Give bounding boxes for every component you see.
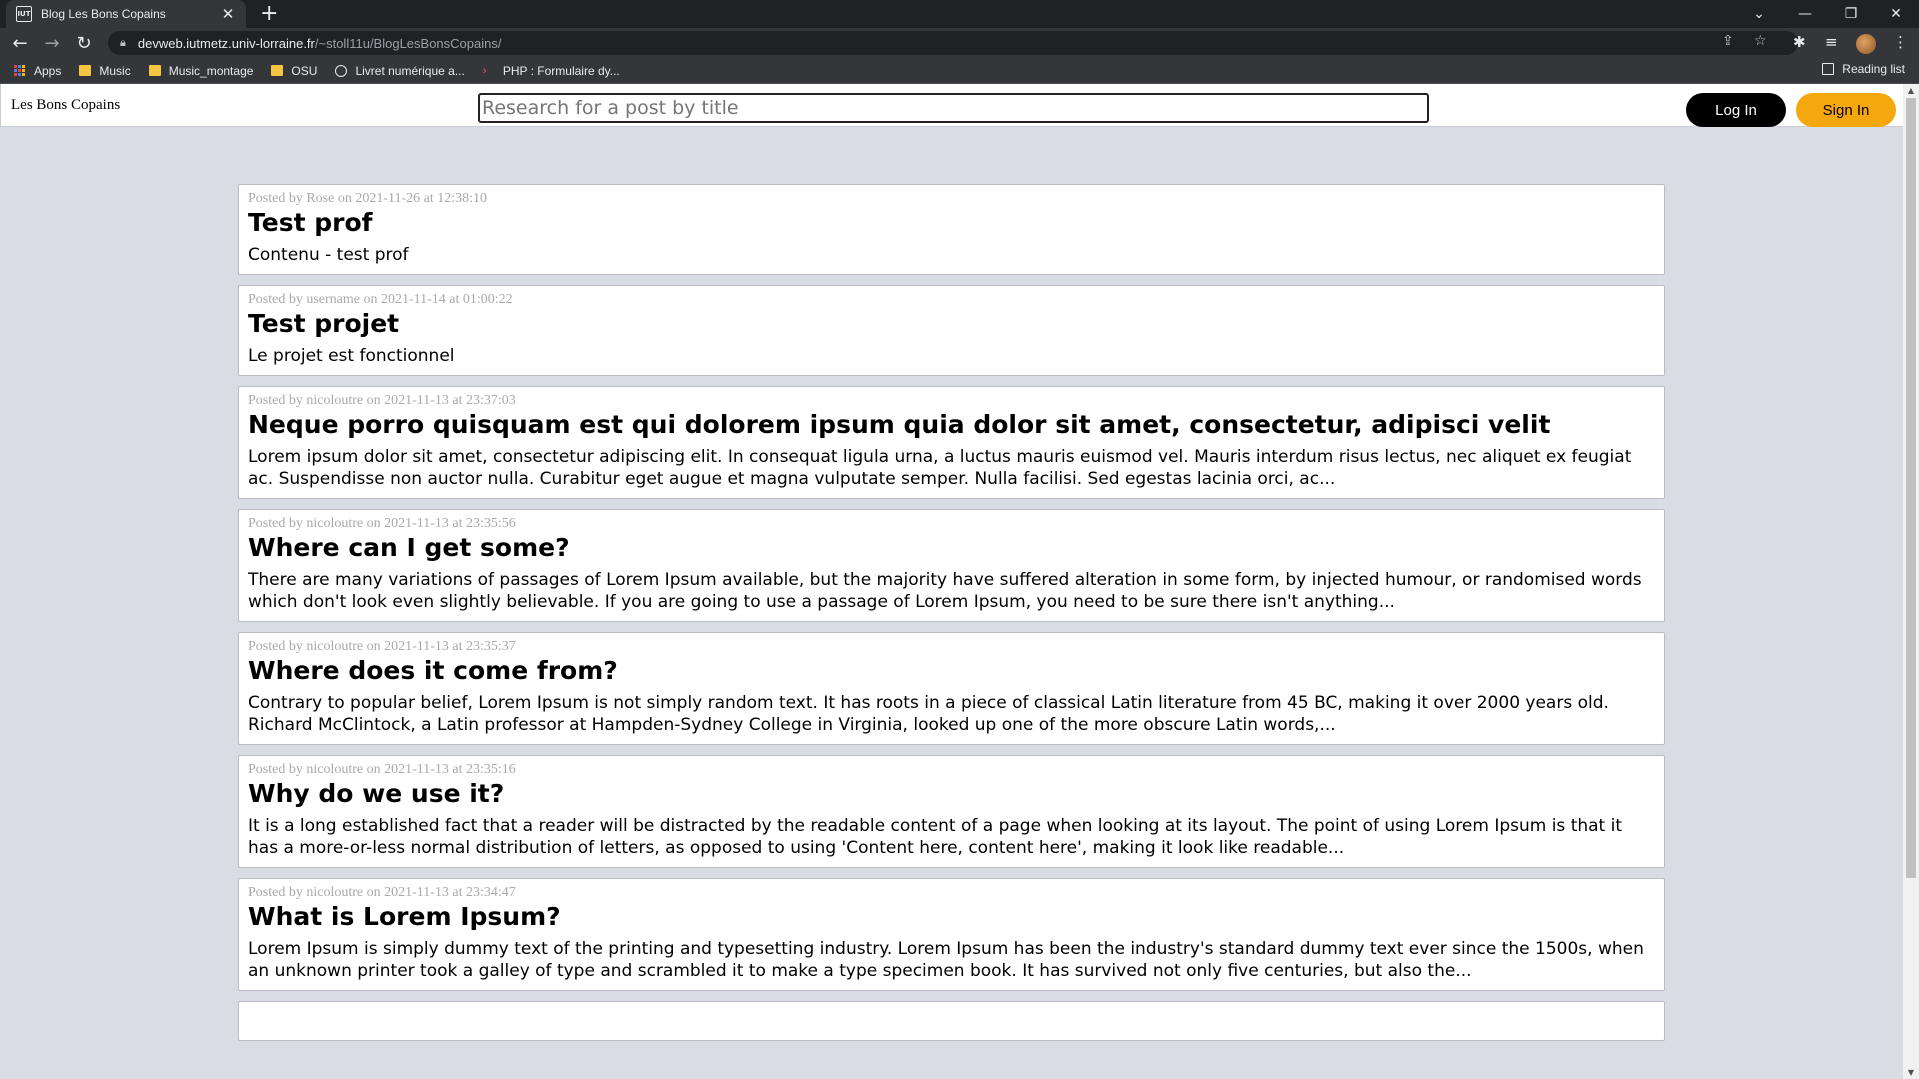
post-card[interactable]: Posted by nicoloutre on 2021-11-13 at 23…: [238, 632, 1665, 745]
scroll-thumb[interactable]: [1906, 98, 1916, 878]
reload-icon[interactable]: ↻: [72, 31, 96, 55]
share-icon[interactable]: ⇪: [1722, 33, 1734, 49]
browser-tab[interactable]: IUT Blog Les Bons Copains ✕: [6, 0, 246, 28]
bookmark-apps[interactable]: Apps: [14, 64, 61, 78]
post-meta: Posted by nicoloutre on 2021-11-13 at 23…: [248, 393, 516, 408]
bookmark-osu[interactable]: OSU: [271, 64, 317, 78]
post-title[interactable]: What is Lorem Ipsum?: [248, 902, 1655, 932]
page-scrollbar[interactable]: ▲ ▼: [1903, 84, 1919, 1079]
post-meta: Posted by nicoloutre on 2021-11-13 at 23…: [248, 762, 516, 777]
bookmark-music[interactable]: Music: [79, 63, 131, 78]
post-body: Lorem Ipsum is simply dummy text of the …: [248, 939, 1644, 981]
bookmark-label: PHP : Formulaire dy...: [502, 63, 620, 78]
web-page: Les Bons Copains Log In Sign In Posted b…: [0, 84, 1919, 1079]
globe-icon: [335, 64, 348, 77]
post-card-partial[interactable]: [238, 1001, 1665, 1041]
post-card[interactable]: Posted by nicoloutre on 2021-11-13 at 23…: [238, 755, 1665, 868]
minimize-icon[interactable]: —: [1782, 0, 1828, 28]
address-bar[interactable]: 🔒︎ devweb.iutmetz.univ-lorraine.fr/~stol…: [108, 31, 1798, 55]
apps-grid-icon: [14, 64, 26, 77]
back-arrow-icon[interactable]: ←: [8, 31, 32, 55]
browser-toolbar: ← → ↻ 🔒︎ devweb.iutmetz.univ-lorraine.fr…: [0, 28, 1919, 58]
media-queue-icon[interactable]: ≡: [1825, 33, 1838, 51]
post-title[interactable]: Where can I get some?: [248, 533, 1655, 563]
post-meta: Posted by nicoloutre on 2021-11-13 at 23…: [248, 516, 516, 531]
bookmark-music-montage[interactable]: Music_montage: [148, 63, 254, 78]
post-body: Contenu - test prof: [248, 245, 409, 265]
post-body: Le projet est fonctionnel: [248, 346, 455, 366]
bookmark-label: Apps: [34, 63, 62, 78]
bookmark-star-icon[interactable]: ☆: [1754, 33, 1767, 49]
extensions-puzzle-icon[interactable]: ✱: [1793, 33, 1806, 51]
new-tab-icon[interactable]: +: [260, 2, 278, 26]
post-card[interactable]: Posted by nicoloutre on 2021-11-13 at 23…: [238, 509, 1665, 622]
bookmark-label: Music_montage: [168, 63, 254, 78]
lock-icon: 🔒︎: [120, 36, 126, 49]
reading-list-label: Reading list: [1842, 62, 1905, 76]
close-window-icon[interactable]: ✕: [1873, 0, 1919, 28]
profile-avatar[interactable]: [1856, 34, 1876, 54]
scroll-down-arrow-icon[interactable]: ▼: [1903, 1068, 1919, 1077]
post-meta: Posted by username on 2021-11-14 at 01:0…: [248, 292, 513, 307]
site-header: Les Bons Copains Log In Sign In: [0, 84, 1903, 127]
post-body: Contrary to popular belief, Lorem Ipsum …: [248, 693, 1609, 735]
bookmark-label: Livret numérique a...: [355, 63, 465, 78]
folder-icon: [79, 65, 92, 76]
post-meta: Posted by nicoloutre on 2021-11-13 at 23…: [248, 639, 516, 654]
login-button[interactable]: Log In: [1686, 93, 1786, 127]
menu-kebab-icon[interactable]: ⋮: [1893, 33, 1908, 51]
post-card[interactable]: Posted by nicoloutre on 2021-11-13 at 23…: [238, 878, 1665, 991]
reading-list-icon: [1822, 63, 1835, 75]
post-card[interactable]: Posted by Rose on 2021-11-26 at 12:38:10…: [238, 184, 1665, 275]
bookmark-livret[interactable]: Livret numérique a...: [335, 63, 465, 78]
post-title[interactable]: Test prof: [248, 208, 1655, 238]
post-card[interactable]: Posted by username on 2021-11-14 at 01:0…: [238, 285, 1665, 376]
forward-arrow-icon[interactable]: →: [40, 31, 64, 55]
signin-button[interactable]: Sign In: [1796, 93, 1896, 127]
bookmark-label: Music: [99, 63, 131, 78]
tab-search-chevron-icon[interactable]: ⌄: [1736, 0, 1782, 28]
post-title[interactable]: Neque porro quisquam est qui dolorem ips…: [248, 410, 1655, 440]
search-input[interactable]: [478, 93, 1429, 123]
bookmark-php[interactable]: › PHP : Formulaire dy...: [483, 64, 620, 78]
url-host: devweb.iutmetz.univ-lorraine.fr: [137, 35, 315, 51]
site-brand[interactable]: Les Bons Copains: [11, 97, 120, 114]
post-meta: Posted by nicoloutre on 2021-11-13 at 23…: [248, 885, 516, 900]
url-path: /~stoll11u/BlogLesBonsCopains/: [314, 35, 502, 51]
folder-icon: [271, 65, 284, 76]
post-body: There are many variations of passages of…: [248, 570, 1642, 612]
post-meta: Posted by Rose on 2021-11-26 at 12:38:10: [248, 191, 488, 206]
folder-icon: [148, 65, 161, 76]
browser-tab-strip: IUT Blog Les Bons Copains ✕ + ⌄ — ❐ ✕: [0, 0, 1919, 28]
restore-icon[interactable]: ❐: [1828, 0, 1874, 28]
tab-close-icon[interactable]: ✕: [220, 5, 236, 23]
post-title[interactable]: Why do we use it?: [248, 779, 1655, 809]
scroll-up-arrow-icon[interactable]: ▲: [1903, 86, 1919, 95]
bookmarks-bar: Apps Music Music_montage OSU Livret numé…: [0, 58, 1919, 84]
post-title[interactable]: Where does it come from?: [248, 656, 1655, 686]
tab-title: Blog Les Bons Copains: [41, 7, 166, 21]
post-body: It is a long established fact that a rea…: [248, 816, 1623, 858]
bookmark-label: OSU: [291, 63, 318, 78]
php-icon: ›: [482, 64, 487, 77]
post-card[interactable]: Posted by nicoloutre on 2021-11-13 at 23…: [238, 386, 1665, 499]
post-title[interactable]: Test projet: [248, 309, 1655, 339]
post-feed: Posted by Rose on 2021-11-26 at 12:38:10…: [238, 184, 1665, 1051]
site-favicon-icon: IUT: [16, 6, 32, 22]
reading-list-button[interactable]: Reading list: [1822, 62, 1905, 76]
post-body: Lorem ipsum dolor sit amet, consectetur …: [248, 447, 1632, 489]
